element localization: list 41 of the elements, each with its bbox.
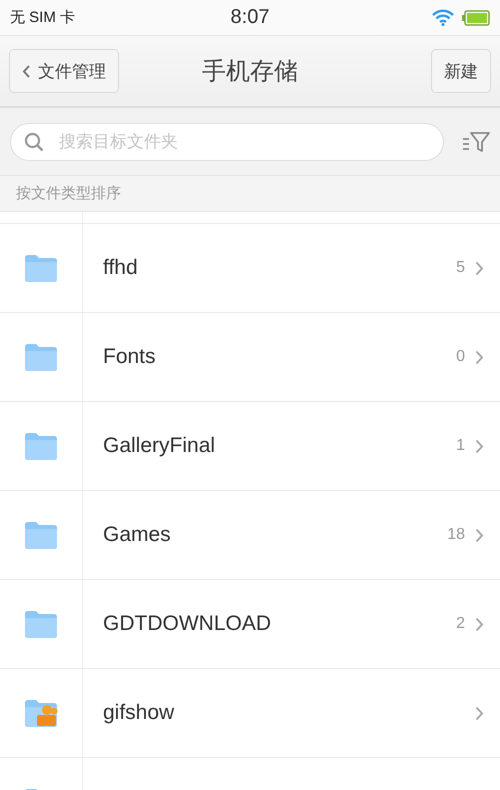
chevron-icon — [475, 260, 484, 276]
folder-name: GalleryFinal — [102, 434, 216, 458]
carrier-label: 无 SIM 卡 — [10, 8, 76, 27]
folder-name: ffhd — [102, 256, 139, 280]
wifi-icon — [432, 9, 454, 26]
new-button[interactable]: 新建 — [431, 49, 491, 93]
search-icon — [24, 132, 44, 152]
folder-icon — [23, 341, 59, 373]
back-button[interactable]: 文件管理 — [9, 49, 119, 93]
sort-label: 按文件类型排序 — [16, 184, 121, 203]
folder-name: Fonts — [102, 345, 157, 369]
folder-name: gifshow — [102, 701, 176, 725]
folder-row[interactable]: ffhd 5 — [0, 223, 500, 312]
item-count: 0 — [456, 348, 465, 366]
back-chevron-icon — [22, 64, 30, 78]
filter-icon[interactable] — [462, 130, 490, 152]
item-count: 2 — [456, 615, 465, 633]
folder-row[interactable]: gifshow — [0, 668, 500, 757]
folder-icon — [23, 519, 59, 551]
chevron-icon — [475, 438, 484, 454]
folder-icon — [23, 430, 59, 462]
folder-row[interactable]: Fonts 0 — [0, 312, 500, 401]
item-count: 1 — [456, 437, 465, 455]
search-field[interactable]: 搜索目标文件夹 — [10, 122, 444, 160]
folder-row[interactable]: Games 18 — [0, 490, 500, 579]
clock: 8:07 — [230, 6, 270, 29]
chevron-icon — [475, 350, 484, 364]
folder-app-icon — [23, 697, 59, 729]
folder-row[interactable]: GDTDOWNLOAD 2 — [0, 579, 500, 668]
chevron-icon — [475, 528, 484, 542]
battery-icon — [462, 10, 490, 26]
item-count: 5 — [456, 259, 465, 277]
chevron-icon — [475, 616, 484, 632]
chevron-icon — [475, 706, 484, 720]
folder-name: Games — [102, 523, 172, 547]
page-title: 手机存储 — [202, 57, 298, 87]
item-count: 18 — [447, 526, 465, 544]
folder-icon — [23, 252, 59, 284]
folder-icon — [23, 608, 59, 640]
folder-name: GDTDOWNLOAD — [102, 612, 272, 636]
folder-row[interactable]: GalleryFinal 1 — [0, 401, 500, 490]
